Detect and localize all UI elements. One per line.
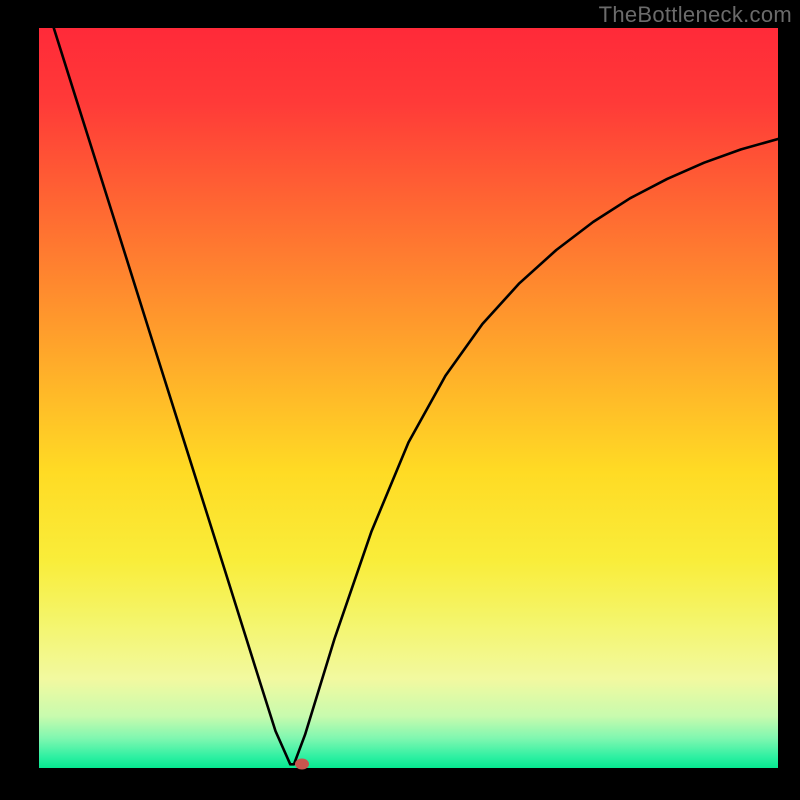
plot-gradient-background	[39, 28, 778, 768]
watermark-text: TheBottleneck.com	[599, 2, 792, 28]
chart-frame: TheBottleneck.com	[0, 0, 800, 800]
